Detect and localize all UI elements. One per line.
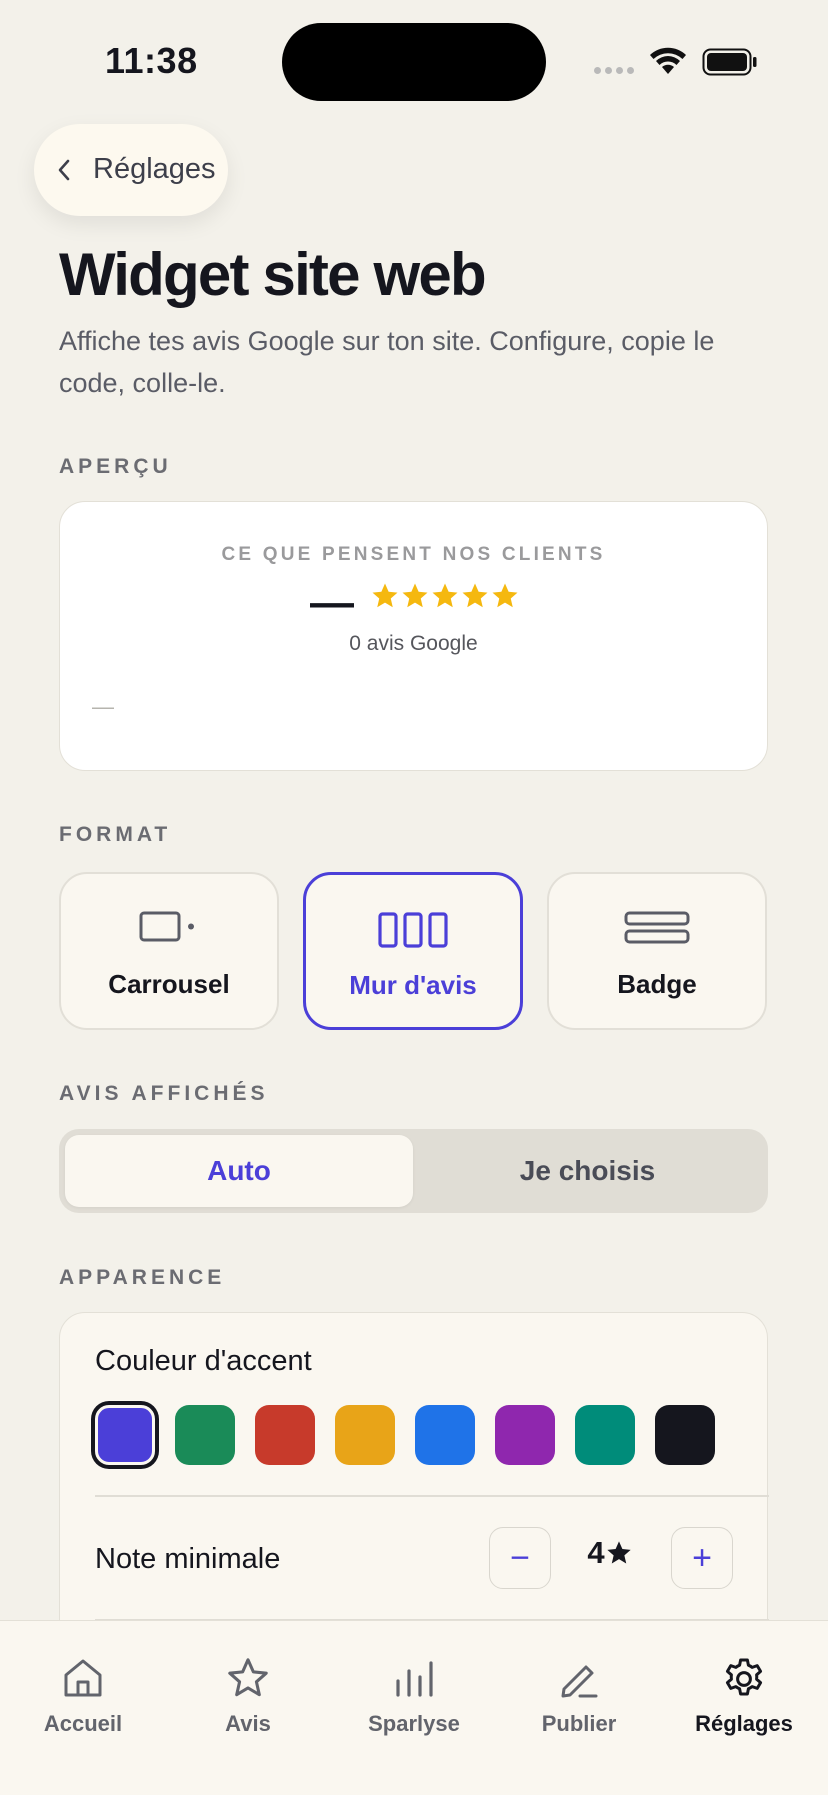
min-rating-number: 4 xyxy=(587,1535,605,1570)
tab-label: Réglages xyxy=(695,1711,793,1736)
color-swatch-red[interactable] xyxy=(255,1405,315,1465)
section-label-appearance: APPARENCE xyxy=(59,1266,226,1289)
preview-placeholder: — xyxy=(92,694,114,719)
section-label-reviews-shown: AVIS AFFICHÉS xyxy=(59,1082,269,1105)
tab-label: Publier xyxy=(541,1711,617,1736)
tab-bar: Accueil Avis Sparlyse Publier Réglages xyxy=(0,1620,828,1795)
preview-heading: CE QUE PENSENT NOS CLIENTS xyxy=(221,544,606,565)
format-label: Carrousel xyxy=(108,969,230,999)
star-icon xyxy=(228,1658,268,1697)
battery-icon xyxy=(702,48,757,76)
review-count: 0 avis Google xyxy=(349,632,478,655)
color-swatch-green[interactable] xyxy=(175,1405,235,1465)
cellular-signal-icon xyxy=(594,67,634,74)
section-label-format: FORMAT xyxy=(59,823,172,846)
star-icon xyxy=(462,583,488,608)
color-swatch-indigo[interactable] xyxy=(95,1405,155,1465)
segment-je-choisis[interactable]: Je choisis xyxy=(413,1135,762,1207)
format-label: Badge xyxy=(617,969,697,999)
star-icon xyxy=(372,583,398,608)
segment-auto[interactable]: Auto xyxy=(65,1135,413,1207)
star-filled-icon xyxy=(606,1541,631,1564)
gear-icon xyxy=(725,1658,763,1696)
page-subtitle: Affiche tes avis Google sur ton site. Co… xyxy=(59,326,715,398)
back-label: Réglages xyxy=(93,153,216,185)
color-swatch-black[interactable] xyxy=(655,1405,715,1465)
wall-icon xyxy=(378,912,448,948)
badge-icon xyxy=(624,911,690,944)
preview-rating-value: — xyxy=(310,578,354,627)
status-bar: 11:38 xyxy=(0,0,828,110)
accent-color-label: Couleur d'accent xyxy=(95,1345,312,1377)
format-option-carousel[interactable]: Carrousel xyxy=(59,872,279,1030)
star-icon xyxy=(402,583,428,608)
format-label: Mur d'avis xyxy=(349,970,477,1000)
tab-label: Sparlyse xyxy=(368,1711,460,1736)
back-button[interactable]: Réglages xyxy=(34,124,228,216)
star-icon xyxy=(492,583,518,608)
dynamic-island xyxy=(282,23,546,101)
format-option-badge[interactable]: Badge xyxy=(547,872,767,1030)
section-label-preview: APERÇU xyxy=(59,455,172,478)
color-swatch-amber[interactable] xyxy=(335,1405,395,1465)
min-rating-value: 4 xyxy=(575,1535,645,1571)
carousel-icon xyxy=(139,911,194,942)
home-icon xyxy=(64,1659,102,1697)
color-swatch-purple[interactable] xyxy=(495,1405,555,1465)
tab-accueil[interactable]: Accueil xyxy=(0,1635,166,1736)
min-rating-label: Note minimale xyxy=(95,1543,281,1575)
color-swatch-blue[interactable] xyxy=(415,1405,475,1465)
tab-publier[interactable]: Publier xyxy=(496,1635,662,1736)
wifi-icon xyxy=(650,47,686,74)
divider xyxy=(95,1495,769,1497)
tab-avis[interactable]: Avis xyxy=(165,1635,331,1736)
min-rating-decrement-button[interactable]: − xyxy=(489,1527,551,1589)
tab-sparlyse[interactable]: Sparlyse xyxy=(331,1635,497,1736)
tab-label: Avis xyxy=(225,1711,271,1736)
status-time: 11:38 xyxy=(105,40,198,81)
star-icon xyxy=(432,583,458,608)
page-title: Widget site web xyxy=(59,241,487,308)
color-swatch-teal[interactable] xyxy=(575,1405,635,1465)
reviews-mode-segmented-control: Auto Je choisis xyxy=(59,1129,768,1213)
chevron-left-icon xyxy=(58,159,70,181)
tab-reglages[interactable]: Réglages xyxy=(661,1635,827,1736)
tab-label: Accueil xyxy=(43,1711,123,1736)
widget-preview-card: CE QUE PENSENT NOS CLIENTS — 0 avis Goog… xyxy=(59,501,768,771)
pen-icon xyxy=(561,1665,598,1698)
min-rating-increment-button[interactable]: + xyxy=(671,1527,733,1589)
preview-stars xyxy=(370,581,520,611)
format-option-wall[interactable]: Mur d'avis xyxy=(303,872,523,1030)
bar-chart-icon xyxy=(396,1661,433,1697)
